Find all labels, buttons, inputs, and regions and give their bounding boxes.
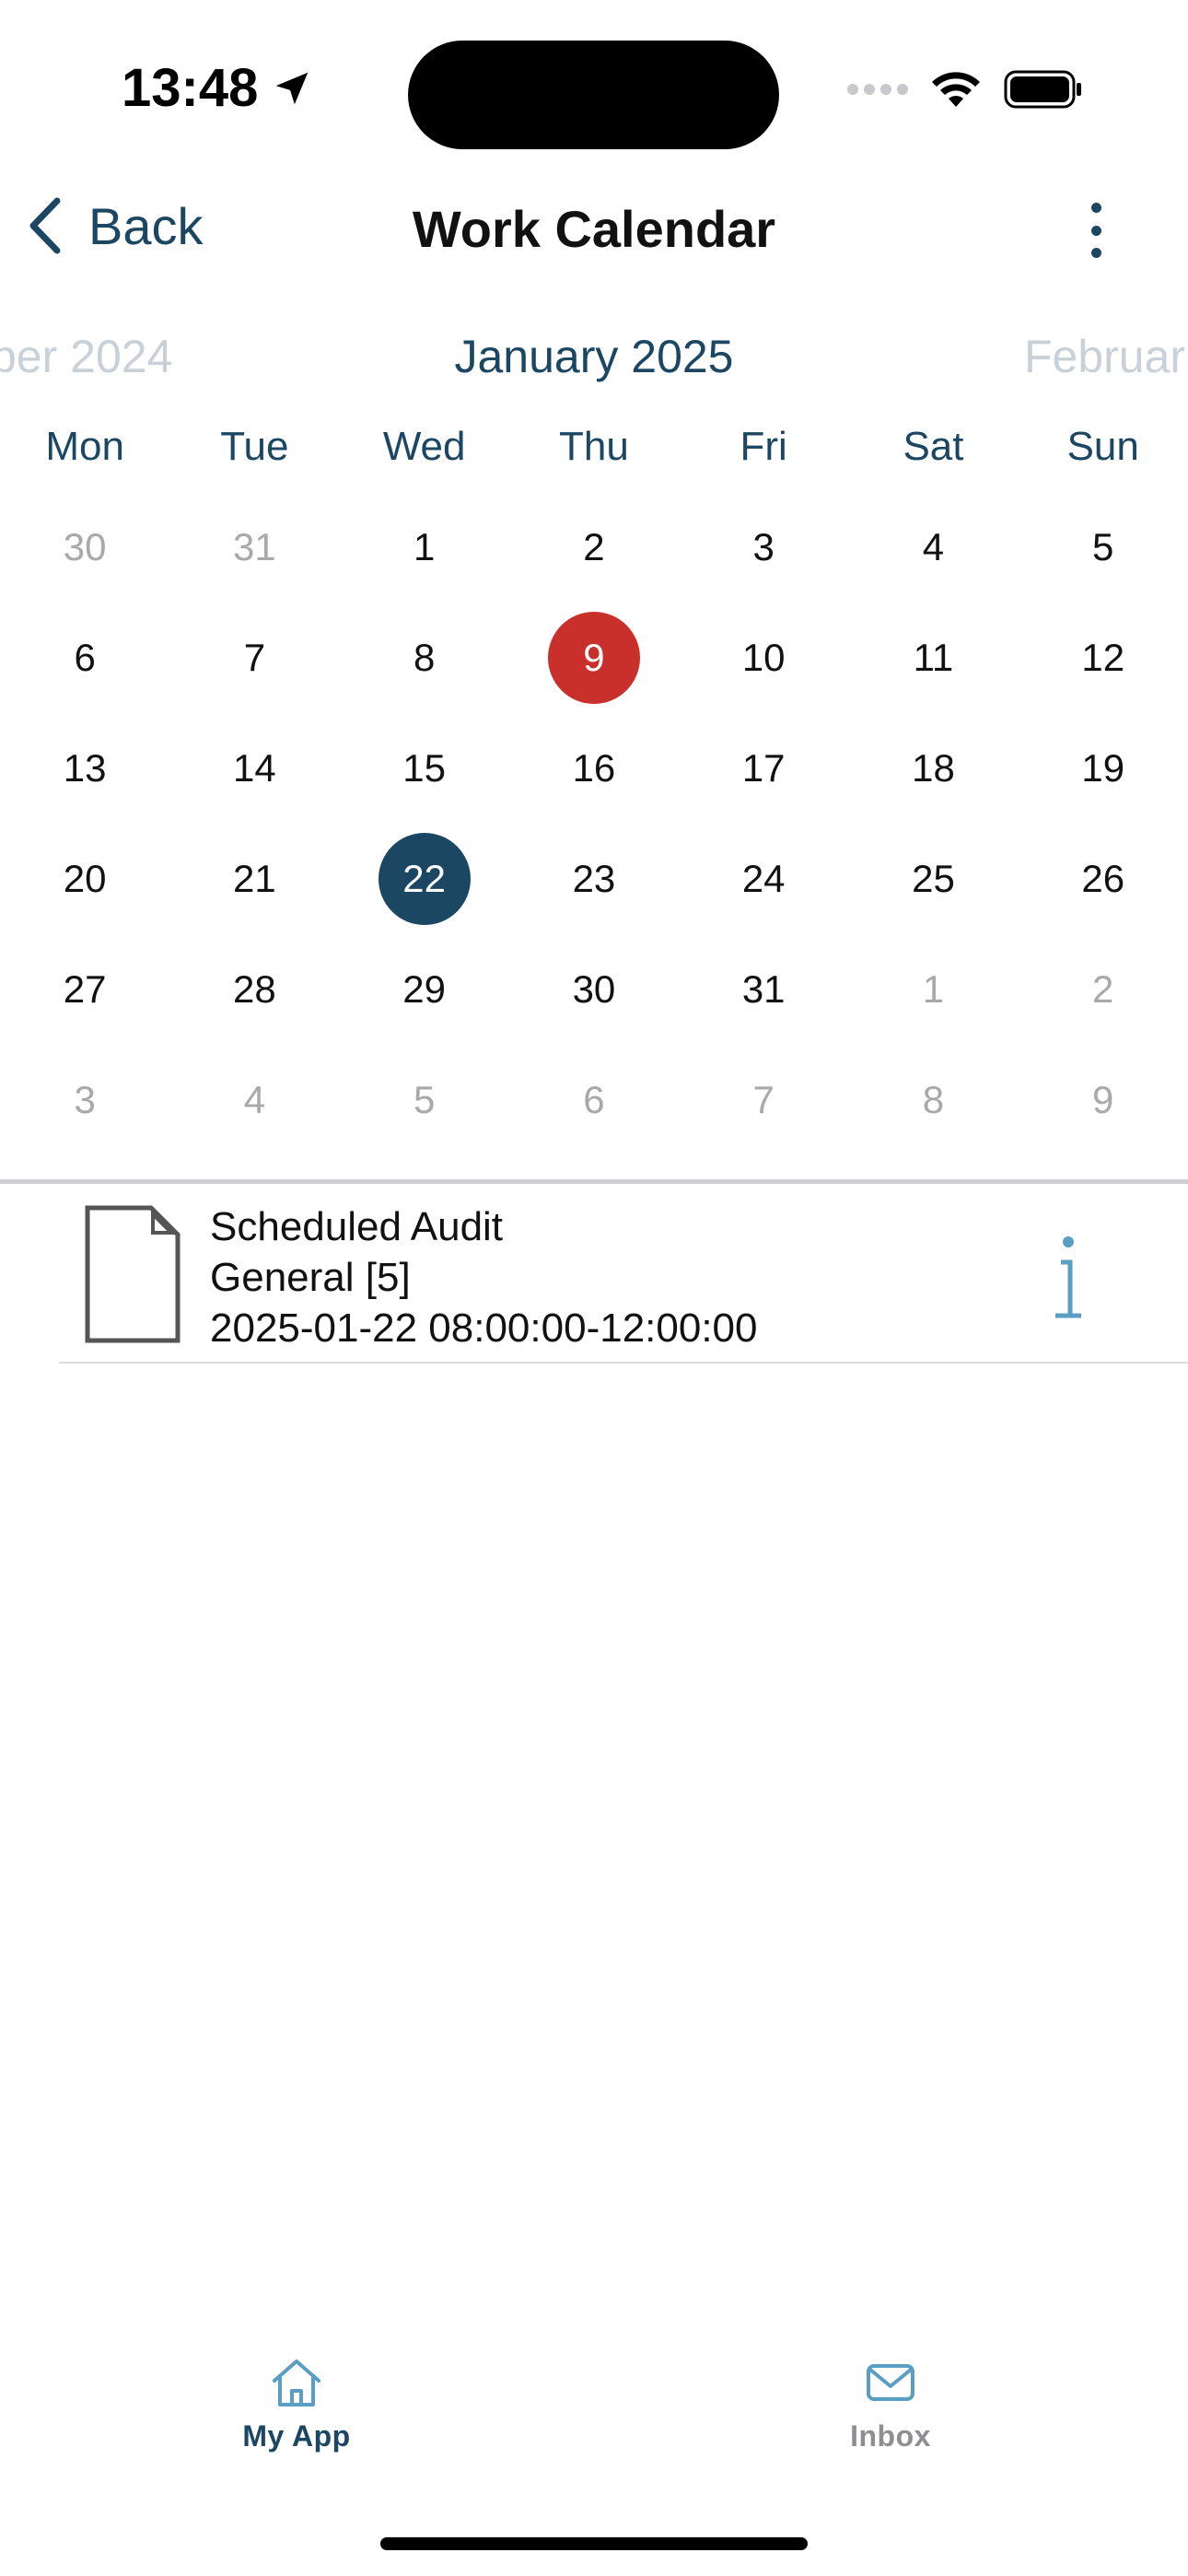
calendar-day-adjacent-month[interactable]: 2 <box>1019 934 1188 1045</box>
cellular-signal-icon <box>847 84 908 95</box>
calendar-day-adjacent-month[interactable]: 7 <box>679 1045 848 1155</box>
calendar-day[interactable]: 25 <box>848 824 1018 934</box>
calendar-day[interactable]: 15 <box>340 713 509 824</box>
calendar-day[interactable]: 2 <box>509 492 679 603</box>
calendar-day-adjacent-month[interactable]: 6 <box>509 1045 679 1155</box>
home-indicator[interactable] <box>380 2537 808 2550</box>
calendar-day[interactable]: 29 <box>340 934 509 1045</box>
tab-inbox[interactable]: Inbox <box>798 2357 983 2453</box>
calendar-day[interactable]: 24 <box>679 824 848 934</box>
calendar-day[interactable]: 7 <box>169 603 339 713</box>
calendar-week-row: 27 28 29 30 31 1 2 <box>0 934 1188 1045</box>
calendar-day-selected[interactable]: 22 <box>340 824 509 934</box>
tab-label: My App <box>242 2419 351 2453</box>
calendar-day[interactable]: 27 <box>0 934 169 1045</box>
weekday-label: Fri <box>740 424 787 469</box>
divider <box>0 1179 1188 1184</box>
calendar-day[interactable]: 18 <box>848 713 1018 824</box>
weekday-label: Tue <box>220 424 289 469</box>
calendar-day[interactable]: 30 <box>509 934 679 1045</box>
calendar-day-adjacent-month[interactable]: 4 <box>169 1045 339 1155</box>
calendar-day[interactable]: 1 <box>340 492 509 603</box>
day-number: 22 <box>378 833 471 925</box>
current-month-label: January 2025 <box>454 331 734 382</box>
calendar-day[interactable]: 12 <box>1019 603 1188 713</box>
calendar-day-adjacent-month[interactable]: 3 <box>0 1045 169 1155</box>
calendar-day[interactable]: 28 <box>169 934 339 1045</box>
calendar-day[interactable]: 21 <box>169 824 339 934</box>
calendar-day[interactable]: 31 <box>679 934 848 1045</box>
calendar-day[interactable]: 10 <box>679 603 848 713</box>
status-time-label: 13:48 <box>122 58 259 118</box>
weekday-label: Wed <box>382 424 466 469</box>
calendar-week-row: 13 14 15 16 17 18 19 <box>0 713 1188 824</box>
weekday-label: Sun <box>1066 424 1139 469</box>
calendar-week-row: 30 31 1 2 3 4 5 <box>0 492 1188 603</box>
home-icon <box>273 2359 320 2406</box>
weekday-header: Mon Tue Wed Thu Fri Sat Sun <box>0 424 1188 470</box>
calendar-day[interactable]: 3 <box>679 492 848 603</box>
calendar-day[interactable]: 8 <box>340 603 509 713</box>
next-month-label[interactable]: Februar <box>1024 330 1185 383</box>
status-time: 13:48 <box>122 57 313 119</box>
battery-icon <box>1004 70 1081 109</box>
document-icon <box>85 1205 181 1343</box>
weekday-label: Sat <box>903 424 964 469</box>
calendar-week-row: 20 21 22 23 24 25 26 <box>0 824 1188 934</box>
info-icon[interactable] <box>1050 1235 1087 1323</box>
event-list-item[interactable]: Scheduled Audit General [5] 2025-01-22 0… <box>59 1187 1188 1364</box>
location-arrow-icon <box>276 72 309 104</box>
day-number: 9 <box>547 612 640 704</box>
event-time-range: 2025-01-22 08:00:00-12:00:00 <box>210 1306 758 1351</box>
calendar-day-adjacent-month[interactable]: 1 <box>848 934 1018 1045</box>
calendar-day-today[interactable]: 9 <box>509 603 679 713</box>
calendar-day[interactable]: 19 <box>1019 713 1188 824</box>
wifi-icon <box>932 72 980 107</box>
calendar-day[interactable]: 6 <box>0 603 169 713</box>
weekday-label: Thu <box>559 424 629 469</box>
calendar-day-adjacent-month[interactable]: 5 <box>340 1045 509 1155</box>
weekday-label: Mon <box>45 424 124 469</box>
calendar-day[interactable]: 17 <box>679 713 848 824</box>
calendar-day[interactable]: 4 <box>848 492 1018 603</box>
calendar-day-adjacent-month[interactable]: 8 <box>848 1045 1018 1155</box>
tab-my-app[interactable]: My App <box>204 2357 389 2453</box>
tab-label: Inbox <box>850 2419 931 2453</box>
calendar-week-row: 3456789 <box>0 1045 1188 1155</box>
dynamic-island <box>408 41 779 149</box>
calendar-day[interactable]: 23 <box>509 824 679 934</box>
event-category: General [5] <box>210 1255 411 1300</box>
more-options-icon[interactable] <box>1068 203 1124 258</box>
calendar-day[interactable]: 13 <box>0 713 169 824</box>
calendar-day[interactable]: 20 <box>0 824 169 934</box>
event-title: Scheduled Audit <box>210 1204 504 1249</box>
calendar-day[interactable]: 14 <box>169 713 339 824</box>
calendar-day-adjacent-month[interactable]: 30 <box>0 492 169 603</box>
calendar-day[interactable]: 16 <box>509 713 679 824</box>
mail-icon <box>867 2364 914 2401</box>
calendar-day[interactable]: 11 <box>848 603 1018 713</box>
calendar-day[interactable]: 5 <box>1019 492 1188 603</box>
calendar-grid: 30 31 1 2 3 4 5 6 7 8 9 10 11 12 13 14 15 16 17 18 19 20 21 22 2… <box>0 492 1188 1155</box>
page-title: Work Calendar <box>412 200 776 258</box>
event-details: Scheduled Audit General [5] 2025-01-22 0… <box>210 1201 758 1353</box>
calendar-day[interactable]: 26 <box>1019 824 1188 934</box>
calendar-week-row: 6 7 8 9 10 11 12 <box>0 603 1188 713</box>
status-icons <box>847 70 1083 109</box>
calendar-day-adjacent-month[interactable]: 31 <box>169 492 339 603</box>
calendar-day-adjacent-month[interactable]: 9 <box>1019 1045 1188 1155</box>
